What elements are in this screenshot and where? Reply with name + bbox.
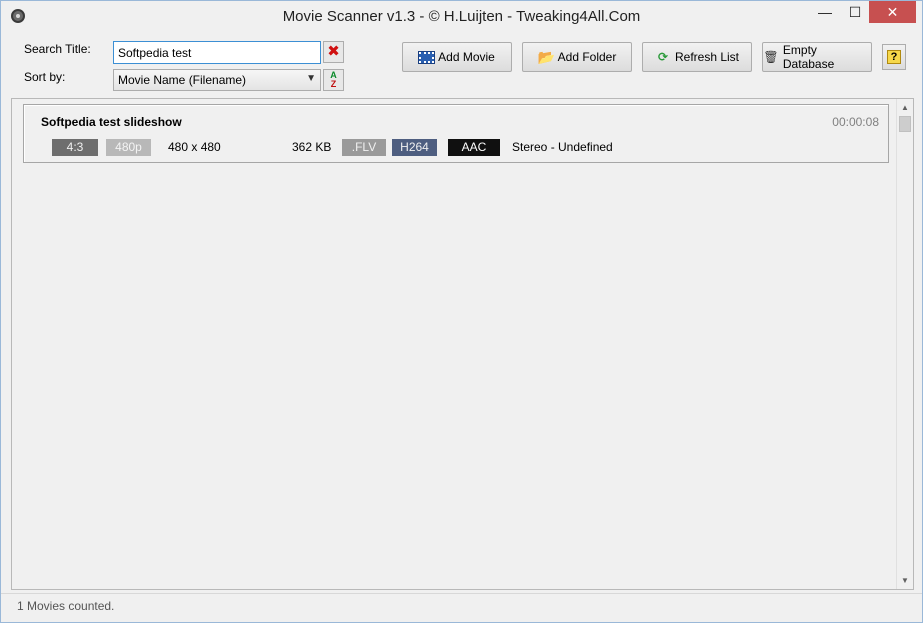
folder-icon: 📂 [537, 49, 556, 65]
audio-codec-badge: AAC [448, 139, 500, 156]
add-folder-button[interactable]: 📂 Add Folder [522, 42, 632, 72]
refresh-icon: ⟳ [657, 50, 669, 64]
refresh-list-label: Refresh List [674, 50, 740, 64]
movie-title: Softpedia test slideshow [41, 115, 182, 129]
clear-search-button[interactable]: ✖ [323, 41, 344, 63]
vertical-scrollbar[interactable]: ▲ ▼ [896, 99, 913, 589]
empty-database-label: Empty Database [782, 43, 835, 71]
help-button[interactable]: ? [882, 44, 906, 70]
app-window: Movie Scanner v1.3 - © H.Luijten - Tweak… [0, 0, 923, 623]
minimize-button[interactable]: — [811, 1, 839, 23]
add-folder-label: Add Folder [557, 50, 617, 64]
movie-list-panel[interactable]: Softpedia test slideshow 00:00:08 4:3 48… [11, 98, 914, 590]
chevron-down-icon: ▼ [306, 73, 316, 84]
film-strip-icon [418, 50, 436, 64]
add-movie-label: Add Movie [438, 50, 495, 64]
maximize-button[interactable]: ☐ [841, 1, 869, 23]
empty-database-button[interactable]: 🗑 Empty Database [762, 42, 872, 72]
clear-x-icon: ✖ [327, 43, 340, 60]
sort-dropdown[interactable]: Movie Name (Filename) ▼ [113, 69, 321, 91]
add-movie-button[interactable]: Add Movie [402, 42, 512, 72]
audio-channels: Stereo - Undefined [512, 140, 613, 154]
aspect-ratio-badge: 4:3 [52, 139, 98, 156]
window-title: Movie Scanner v1.3 - © H.Luijten - Tweak… [282, 8, 641, 25]
movie-card[interactable]: Softpedia test slideshow 00:00:08 4:3 48… [23, 104, 889, 163]
file-size: 362 KB [292, 140, 332, 154]
search-input[interactable] [113, 41, 321, 64]
sort-selected-value: Movie Name (Filename) [118, 73, 247, 87]
sort-z-label: Z [330, 79, 337, 89]
video-codec-badge: H264 [392, 139, 437, 156]
status-text: 1 Movies counted. [17, 599, 115, 613]
close-button[interactable]: ✕ [869, 1, 916, 23]
refresh-list-button[interactable]: ⟳ Refresh List [642, 42, 752, 72]
help-icon: ? [887, 50, 901, 64]
resolution-badge: 480p [106, 139, 151, 156]
movie-duration: 00:00:08 [832, 115, 879, 129]
sort-by-label: Sort by: [24, 70, 66, 84]
search-title-label: Search Title: [24, 42, 91, 56]
scroll-down-arrow-icon[interactable]: ▼ [897, 572, 913, 589]
video-dimensions: 480 x 480 [168, 140, 221, 154]
scrollbar-thumb[interactable] [899, 116, 911, 132]
scroll-up-arrow-icon[interactable]: ▲ [897, 99, 913, 116]
status-bar: 1 Movies counted. [1, 593, 922, 622]
trash-icon: 🗑 [763, 50, 779, 64]
container-badge: .FLV [342, 139, 386, 156]
sort-direction-button[interactable]: A Z [323, 69, 344, 91]
title-bar[interactable]: Movie Scanner v1.3 - © H.Luijten - Tweak… [1, 1, 922, 31]
